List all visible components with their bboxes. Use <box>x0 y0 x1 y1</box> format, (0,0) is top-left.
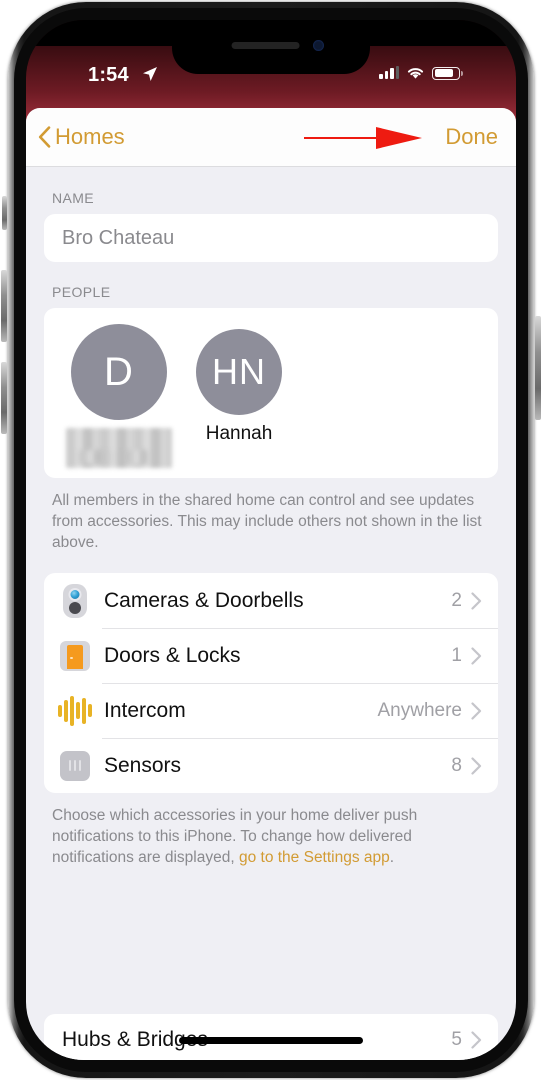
home-name-input[interactable]: Bro Chateau <box>44 214 498 262</box>
front-camera-icon <box>313 40 324 51</box>
row-value: 2 <box>451 589 462 611</box>
chevron-right-icon <box>471 756 482 775</box>
notch <box>172 20 370 74</box>
settings-content: NAME Bro Chateau PEOPLE D HN Hannah All … <box>26 168 516 1060</box>
power-button[interactable] <box>535 316 541 420</box>
people-card: D HN Hannah <box>44 308 498 478</box>
status-indicators <box>379 66 463 80</box>
person-name: Hannah <box>205 423 273 444</box>
volume-down-button[interactable] <box>1 362 7 434</box>
battery-icon <box>432 66 463 80</box>
home-indicator[interactable] <box>179 1037 363 1044</box>
location-arrow-icon <box>143 67 157 81</box>
people-footnote: All members in the shared home can contr… <box>52 492 482 551</box>
navigation-bar: Homes Done <box>26 108 516 167</box>
row-value: 5 <box>451 1029 462 1050</box>
back-button-homes[interactable]: Homes <box>38 124 125 150</box>
person-item[interactable]: D <box>66 324 172 468</box>
volume-up-button[interactable] <box>1 270 7 342</box>
person-name-redacted <box>66 428 172 468</box>
row-label: Doors & Locks <box>104 643 241 667</box>
people-list: D HN Hannah <box>44 324 498 468</box>
row-label: Cameras & Doorbells <box>104 588 304 612</box>
done-button[interactable]: Done <box>445 124 498 150</box>
mute-switch[interactable] <box>2 196 7 230</box>
row-sensors[interactable]: Sensors 8 <box>44 738 498 793</box>
row-hubs-and-bridges[interactable]: Hubs & Bridges 5 <box>44 1014 498 1052</box>
status-time: 1:54 <box>88 64 129 86</box>
accessory-notifications-card: Cameras & Doorbells 2 Doors & Locks 1 In… <box>44 573 498 793</box>
earpiece-speaker <box>231 42 300 49</box>
accessories-footnote-suffix: . <box>389 849 395 866</box>
settings-app-link[interactable]: go to the Settings app <box>239 849 390 866</box>
chevron-left-icon <box>38 126 51 148</box>
chevron-right-icon <box>471 1031 482 1049</box>
chevron-right-icon <box>471 646 482 665</box>
row-intercom[interactable]: Intercom Anywhere <box>44 683 498 738</box>
door-icon <box>58 639 92 673</box>
back-button-label: Homes <box>55 124 125 149</box>
row-value: 1 <box>451 644 462 666</box>
row-cameras-and-doorbells[interactable]: Cameras & Doorbells 2 <box>44 573 498 628</box>
person-item[interactable]: HN Hannah <box>186 324 292 468</box>
row-label: Intercom <box>104 698 186 722</box>
red-arrow-annotation <box>304 127 422 149</box>
row-label: Sensors <box>104 753 182 777</box>
row-doors-and-locks[interactable]: Doors & Locks 1 <box>44 628 498 683</box>
accessories-footnote: Choose which accessories in your home de… <box>26 793 516 868</box>
chevron-right-icon <box>471 701 482 720</box>
intercom-icon <box>58 694 92 728</box>
name-section-header: NAME <box>52 190 95 206</box>
status-bar: 1:54 <box>26 20 516 108</box>
cellular-signal-icon <box>379 66 399 79</box>
row-value: 8 <box>451 754 462 776</box>
camera-icon <box>58 583 92 618</box>
name-card: Bro Chateau <box>44 214 498 262</box>
row-value: Anywhere <box>377 699 463 721</box>
people-section-header: PEOPLE <box>52 284 111 300</box>
avatar: HN <box>196 329 282 415</box>
sensor-icon <box>58 749 92 783</box>
wifi-icon <box>407 68 424 79</box>
chevron-right-icon <box>471 591 482 610</box>
home-settings-sheet: Homes Done NAME Bro Chateau PEOPLE D HN … <box>26 108 516 1060</box>
avatar: D <box>71 324 167 420</box>
phone-screen: 1:54 Homes Done NAME Bro Chateau PEOPLE … <box>26 20 516 1060</box>
